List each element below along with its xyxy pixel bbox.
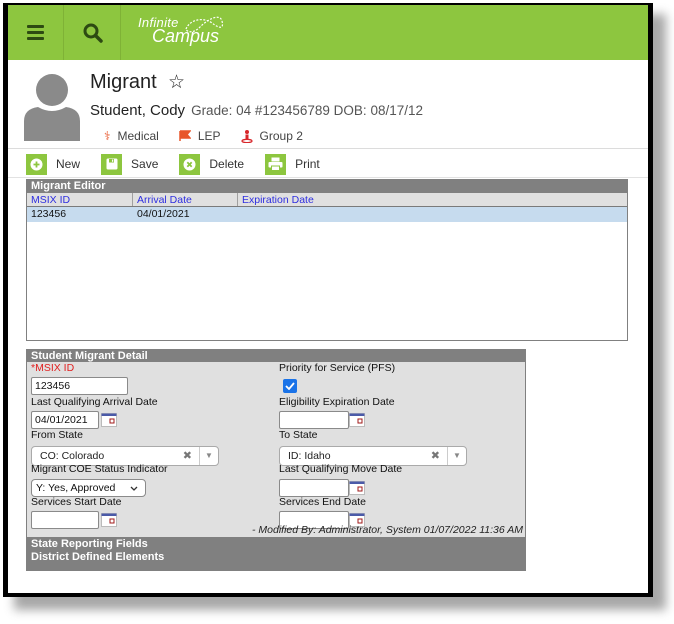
flag-lep[interactable]: LEP bbox=[179, 129, 221, 143]
flag-label: LEP bbox=[197, 129, 221, 143]
from-state-value: CO: Colorado bbox=[40, 450, 105, 462]
chevron-down-icon bbox=[130, 486, 138, 491]
cell-msix-id: 123456 bbox=[31, 208, 67, 220]
new-button[interactable]: New bbox=[26, 152, 80, 176]
eligibility-expiration-label: Eligibility Expiration Date bbox=[279, 396, 395, 408]
clear-icon[interactable]: ✖ bbox=[431, 447, 440, 465]
logo-swirl-icon bbox=[185, 16, 224, 33]
avatar bbox=[24, 74, 80, 141]
save-label: Save bbox=[131, 157, 159, 171]
plus-circle-icon bbox=[30, 158, 43, 170]
action-toolbar: New Save Delete Print bbox=[26, 152, 341, 176]
student-flags: ⚕ Medical LEP Group 2 bbox=[104, 129, 323, 143]
msix-id-label: *MSIX ID bbox=[31, 362, 74, 374]
flag-label: Medical bbox=[117, 129, 159, 143]
hamburger-icon bbox=[27, 22, 44, 43]
student-info: Student, Cody Grade: 04 #123456789 DOB: 0… bbox=[90, 102, 423, 119]
eligibility-expiration-input[interactable] bbox=[279, 411, 349, 429]
coe-status-label: Migrant COE Status Indicator bbox=[31, 463, 168, 475]
table-header: MSIX ID Arrival Date Expiration Date bbox=[27, 193, 627, 207]
student-meta: Grade: 04 #123456789 DOB: 08/17/12 bbox=[191, 103, 423, 118]
chevron-down-icon[interactable]: ▼ bbox=[199, 447, 218, 465]
delete-label: Delete bbox=[209, 157, 245, 171]
app-window: Infinite Campus Migrant ☆ Student, Cody G… bbox=[8, 5, 648, 593]
clear-icon[interactable]: ✖ bbox=[183, 447, 192, 465]
student-migrant-detail: Student Migrant Detail *MSIX ID Last Qua… bbox=[26, 349, 526, 571]
table-row[interactable]: 123456 04/01/2021 bbox=[27, 207, 627, 222]
last-move-date-label: Last Qualifying Move Date bbox=[279, 463, 403, 475]
column-header-msix-id[interactable]: MSIX ID bbox=[27, 193, 133, 206]
student-name: Student, Cody bbox=[90, 102, 186, 119]
delete-button[interactable]: Delete bbox=[179, 152, 244, 176]
flag-icon bbox=[179, 130, 191, 141]
modified-by-text: - Modified By: Administrator, System 01/… bbox=[252, 524, 523, 536]
print-label: Print bbox=[295, 157, 320, 171]
coe-status-select[interactable]: Y: Yes, Approved bbox=[31, 479, 146, 497]
divider bbox=[8, 148, 648, 149]
menu-button[interactable] bbox=[8, 5, 64, 60]
flag-label: Group 2 bbox=[259, 129, 303, 143]
print-button[interactable]: Print bbox=[265, 152, 320, 176]
favorite-star-icon[interactable]: ☆ bbox=[168, 71, 185, 94]
calendar-icon[interactable] bbox=[349, 413, 365, 427]
top-header: Infinite Campus bbox=[8, 5, 648, 60]
detail-title: Student Migrant Detail bbox=[27, 350, 525, 362]
search-icon bbox=[83, 23, 103, 43]
services-start-input[interactable] bbox=[31, 511, 99, 529]
to-state-value: ID: Idaho bbox=[288, 450, 331, 462]
printer-icon bbox=[268, 157, 283, 171]
services-end-label: Services End Date bbox=[279, 496, 366, 508]
column-header-arrival-date[interactable]: Arrival Date bbox=[133, 193, 238, 206]
editor-title: Migrant Editor bbox=[27, 180, 627, 193]
divider bbox=[8, 177, 648, 178]
calendar-icon[interactable] bbox=[101, 513, 117, 527]
column-header-expiration-date[interactable]: Expiration Date bbox=[238, 193, 342, 206]
calendar-icon[interactable] bbox=[101, 413, 117, 427]
delete-circle-icon bbox=[183, 158, 196, 170]
services-start-label: Services Start Date bbox=[31, 496, 122, 508]
cell-arrival-date: 04/01/2021 bbox=[137, 208, 190, 220]
new-label: New bbox=[56, 157, 81, 171]
detail-footer: State Reporting Fields District Defined … bbox=[27, 537, 525, 570]
label-text: MSIX ID bbox=[35, 362, 75, 374]
floppy-disk-icon bbox=[106, 158, 118, 170]
chevron-down-icon[interactable]: ▼ bbox=[447, 447, 466, 465]
search-button[interactable] bbox=[65, 5, 121, 60]
page-title: Migrant bbox=[90, 71, 157, 93]
person-icon bbox=[240, 129, 253, 143]
calendar-icon[interactable] bbox=[349, 481, 365, 495]
save-button[interactable]: Save bbox=[101, 152, 158, 176]
pfs-label: Priority for Service (PFS) bbox=[279, 362, 396, 374]
cell-expiration-date bbox=[238, 207, 342, 222]
last-arrival-date-input[interactable] bbox=[31, 411, 99, 429]
last-arrival-date-label: Last Qualifying Arrival Date bbox=[31, 396, 158, 408]
msix-id-input[interactable] bbox=[31, 377, 128, 395]
state-reporting-fields-header[interactable]: State Reporting Fields bbox=[31, 538, 525, 551]
migrant-editor: Migrant Editor MSIX ID Arrival Date Expi… bbox=[26, 179, 628, 341]
flag-group2[interactable]: Group 2 bbox=[240, 129, 303, 143]
district-defined-elements-header[interactable]: District Defined Elements bbox=[31, 551, 525, 564]
last-move-date-input[interactable] bbox=[279, 479, 349, 497]
infinite-campus-logo: Infinite Campus bbox=[138, 15, 224, 47]
checkmark-icon bbox=[285, 382, 295, 390]
from-state-label: From State bbox=[31, 429, 83, 441]
flag-medical[interactable]: ⚕ Medical bbox=[104, 129, 159, 143]
coe-status-value: Y: Yes, Approved bbox=[36, 482, 116, 494]
medical-icon: ⚕ bbox=[104, 129, 111, 143]
pfs-checkbox[interactable] bbox=[283, 379, 297, 393]
to-state-label: To State bbox=[279, 429, 318, 441]
